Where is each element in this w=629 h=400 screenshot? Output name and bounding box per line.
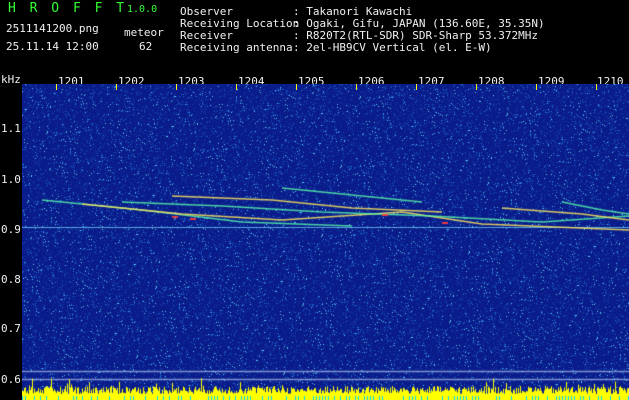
info-label-antenna: Receiving antenna: [180, 41, 293, 54]
app-version: 1.0.0: [127, 4, 158, 15]
y-tick-label: 1.1: [1, 122, 21, 135]
y-unit-label: kHz: [1, 73, 21, 86]
app-title: H R O F F T: [8, 1, 128, 16]
mode-label: meteor: [124, 26, 164, 39]
y-tick-label: 0.9: [1, 223, 21, 236]
filename: 2511141200.png: [6, 22, 99, 35]
datetime: 25.11.14 12:00: [6, 40, 99, 53]
minute-tick: [416, 84, 417, 400]
meteor-count: 62: [139, 40, 153, 53]
minute-tick: [176, 84, 177, 400]
minute-tick: [116, 84, 117, 400]
minute-tick: [356, 84, 357, 400]
y-tick-label: 1.0: [1, 173, 21, 186]
spectrogram-canvas: [22, 84, 629, 400]
info-value-antenna: : 2el-HB9CV Vertical (el. E-W): [293, 41, 492, 54]
minute-tick: [236, 84, 237, 400]
minute-tick: [296, 84, 297, 400]
minute-tick: [56, 84, 57, 400]
y-tick-label: 0.7: [1, 322, 21, 335]
minute-tick: [536, 84, 537, 400]
spectrogram-plot: [22, 84, 629, 400]
minute-tick: [476, 84, 477, 400]
header-panel: H R O F F T 1.0.0 2511141200.png meteor …: [0, 0, 629, 74]
y-tick-label: 0.6: [1, 373, 21, 386]
minute-tick: [596, 84, 597, 400]
y-tick-label: 0.8: [1, 273, 21, 286]
